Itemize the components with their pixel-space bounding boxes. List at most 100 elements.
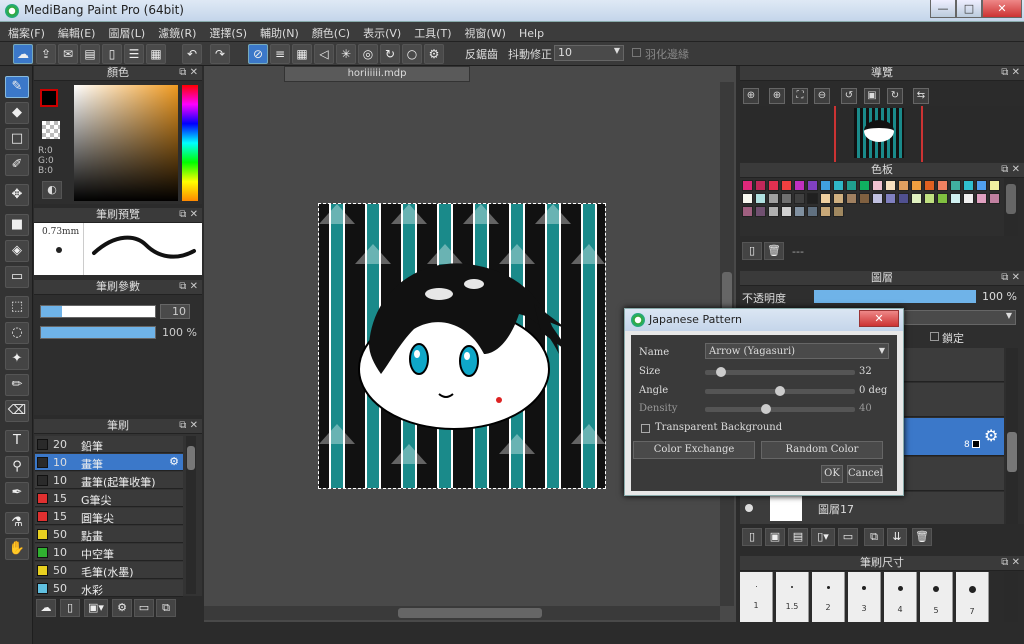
select-eraser-icon[interactable]: ⌫ [5,400,29,422]
select-tool-icon[interactable]: ⬚ [5,296,29,318]
circle-snap-icon[interactable]: ◎ [358,44,378,64]
palette-swatch[interactable] [911,193,922,204]
brush-list-item[interactable]: 15 G筆尖 [35,490,183,507]
palette-swatch[interactable] [768,193,779,204]
eyedropper-icon[interactable]: ⚗ [5,512,29,534]
stabilizer-select[interactable]: 10 ▼ [554,45,624,61]
brush-list-item[interactable]: 20 鉛筆 [35,436,183,453]
palette-swatch[interactable] [963,193,974,204]
brush-cloud-icon[interactable]: ☁ [36,599,56,617]
brush-list-item[interactable]: 10 畫筆(起筆收筆) [35,472,183,489]
palette-swatch[interactable] [768,180,779,191]
layer-row-17[interactable]: 圖層17 [740,492,1004,524]
palette-swatch[interactable] [950,193,961,204]
random-color-button[interactable]: Random Color [761,441,883,459]
gradient-tool-icon[interactable]: ▭ [5,266,29,288]
new-brush-icon[interactable]: ▯ [60,599,80,617]
palette-swatch[interactable] [898,180,909,191]
panel-close-icon[interactable]: ⧉ ✕ [1001,556,1020,570]
palette-swatch[interactable] [807,180,818,191]
menu-guide[interactable]: 輔助(N) [252,22,304,41]
close-button[interactable]: ✕ [982,0,1022,18]
palette-swatch[interactable] [846,193,857,204]
palette-swatch[interactable] [794,206,805,217]
palette-swatch[interactable] [833,193,844,204]
layer-opacity-slider[interactable] [814,290,976,303]
brush-size-preset[interactable]: 3 [848,572,881,622]
share-icon[interactable]: ⇪ [36,44,56,64]
size-slider-knob[interactable] [716,367,727,377]
palette-swatch[interactable] [950,180,961,191]
fill-rect-tool-icon[interactable]: ■ [5,214,29,236]
palette-swatch[interactable] [872,193,883,204]
brush-copy-icon[interactable]: ⧉ [156,599,176,617]
curve-snap-icon[interactable]: ↻ [380,44,400,64]
brush-list-item[interactable]: 50 毛筆(水墨) [35,562,183,579]
snap-off-icon[interactable]: ⊘ [248,44,268,64]
add-layer-menu-icon[interactable]: ▯▾ [811,528,835,546]
reset-rotation-icon[interactable]: ▣ [864,88,880,104]
dialog-close-button[interactable]: ✕ [859,310,899,327]
palette-swatch[interactable] [781,206,792,217]
palette-swatch[interactable] [885,180,896,191]
palette-swatch[interactable] [807,206,818,217]
rotate-left-icon[interactable]: ↺ [841,88,857,104]
palette-swatch[interactable] [820,193,831,204]
menu-filter[interactable]: 濾鏡(R) [150,22,201,41]
palette-swatch[interactable] [755,180,766,191]
menu-select[interactable]: 選擇(S) [201,22,252,41]
foreground-color[interactable] [40,89,58,107]
brush-folder-icon[interactable]: ▭ [134,599,154,617]
palette-swatch[interactable] [755,193,766,204]
palette-swatch[interactable] [833,180,844,191]
text-tool-icon[interactable]: T [5,430,29,452]
palette-swatch[interactable] [859,180,870,191]
brush-list-item[interactable]: 50 水彩 [35,580,183,597]
palette-swatch[interactable] [742,193,753,204]
cancel-button[interactable]: Cancel [847,465,883,483]
brush-list-item[interactable]: 50 點畫 [35,526,183,543]
palette-swatch[interactable] [742,206,753,217]
hue-slider[interactable] [182,85,198,201]
hand-tool-icon[interactable]: ✋ [5,538,29,560]
new-layer-icon[interactable]: ▯ [742,528,762,546]
eraser-tool-icon[interactable]: ◆ [5,102,29,124]
palette-swatch[interactable] [755,206,766,217]
parallel-snap-icon[interactable]: ≡ [270,44,290,64]
palette-swatch[interactable] [768,206,779,217]
zoom-fit-icon[interactable]: ⊕ [743,88,759,104]
brush-size-preset[interactable]: 5 [920,572,953,622]
fit-window-icon[interactable]: ⛶ [792,88,808,104]
angle-slider[interactable] [705,386,855,396]
palette-swatch[interactable] [963,180,974,191]
add-brush-icon[interactable]: ▣▾ [84,599,108,617]
brush-size-scrollbar[interactable] [1004,572,1018,622]
palette-swatch[interactable] [742,180,753,191]
radial-snap-icon[interactable]: ✳ [336,44,356,64]
layer-folder-icon[interactable]: ▭ [838,528,858,546]
brush-size-preset[interactable]: 2 [812,572,845,622]
palette-swatch[interactable] [937,180,948,191]
menu-edit[interactable]: 編輯(E) [50,22,101,41]
size-slider[interactable] [705,367,855,377]
palette-swatch[interactable] [781,180,792,191]
delete-layer-icon[interactable]: 🗑 [912,528,932,546]
zoom-in-icon[interactable]: ⊕ [769,88,785,104]
dot-tool-icon[interactable]: ✐ [5,154,29,176]
gear-icon[interactable]: ⚙ [169,455,179,468]
menu-file[interactable]: 檔案(F) [0,22,50,41]
palette-swatch[interactable] [846,180,857,191]
shape-tool-icon[interactable]: □ [5,128,29,150]
undo-icon[interactable]: ↶ [182,44,202,64]
panel-close-icon[interactable]: ⧉ ✕ [179,419,198,433]
palette-swatch[interactable] [859,193,870,204]
palette-swatch[interactable] [833,206,844,217]
density-slider[interactable] [705,404,855,414]
color-field[interactable] [74,85,178,201]
merge-layer-icon[interactable]: ⇊ [887,528,907,546]
perspective-icon[interactable]: ◁ [314,44,334,64]
feather-checkbox[interactable] [632,48,641,57]
page-icon[interactable]: ▯ [102,44,122,64]
brush-size-value[interactable]: 10 [160,304,190,319]
divide-tool-icon[interactable]: ⚲ [5,456,29,478]
